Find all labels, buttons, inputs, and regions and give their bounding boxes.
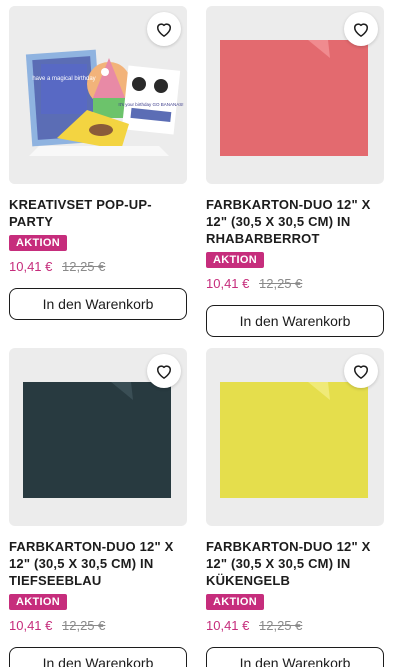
heart-outline-icon [353, 365, 369, 379]
price-row: 10,41 € 12,25 € [206, 618, 386, 634]
sale-price: 10,41 € [9, 618, 53, 633]
product-title[interactable]: KREATIVSET POP-UP-PARTY [9, 196, 189, 230]
sale-price: 10,41 € [206, 618, 250, 633]
add-to-cart-button[interactable]: In den Warenkorb [206, 647, 384, 667]
product-title[interactable]: FARBKARTON-DUO 12" X 12" (30,5 X 30,5 CM… [9, 538, 189, 589]
add-to-cart-button[interactable]: In den Warenkorb [9, 647, 187, 667]
add-to-cart-button[interactable]: In den Warenkorb [9, 288, 187, 320]
favorite-button[interactable] [344, 354, 378, 388]
sale-badge: AKTION [206, 594, 264, 610]
sale-price: 10,41 € [9, 259, 53, 274]
original-price: 12,25 € [62, 259, 106, 274]
product-card[interactable]: have a magical birthday It's your birthd… [9, 6, 189, 320]
product-image[interactable]: have a magical birthday It's your birthd… [9, 6, 187, 184]
favorite-button[interactable] [147, 354, 181, 388]
product-title[interactable]: FARBKARTON-DUO 12" X 12" (30,5 X 30,5 CM… [206, 538, 386, 589]
cardstock-sheet [220, 382, 368, 498]
price-row: 10,41 € 12,25 € [9, 259, 189, 275]
sale-badge: AKTION [9, 235, 67, 251]
product-card[interactable]: FARBKARTON-DUO 12" X 12" (30,5 X 30,5 CM… [206, 6, 386, 337]
kit-card-text-2: It's your birthday GO BANANAS! [118, 102, 183, 107]
heart-outline-icon [156, 365, 172, 379]
product-card[interactable]: FARBKARTON-DUO 12" X 12" (30,5 X 30,5 CM… [206, 348, 386, 667]
price-row: 10,41 € 12,25 € [9, 618, 189, 634]
heart-outline-icon [353, 23, 369, 37]
product-image[interactable] [206, 6, 384, 184]
original-price: 12,25 € [259, 276, 303, 291]
original-price: 12,25 € [62, 618, 106, 633]
favorite-button[interactable] [344, 12, 378, 46]
heart-outline-icon [156, 23, 172, 37]
product-card[interactable]: FARBKARTON-DUO 12" X 12" (30,5 X 30,5 CM… [9, 348, 189, 667]
sale-badge: AKTION [206, 252, 264, 268]
favorite-button[interactable] [147, 12, 181, 46]
original-price: 12,25 € [259, 618, 303, 633]
add-to-cart-button[interactable]: In den Warenkorb [206, 305, 384, 337]
product-image[interactable] [206, 348, 384, 526]
sale-badge: AKTION [9, 594, 67, 610]
sale-price: 10,41 € [206, 276, 250, 291]
product-image[interactable] [9, 348, 187, 526]
cardstock-sheet [220, 40, 368, 156]
kit-card-text-1: have a magical birthday [32, 76, 95, 82]
price-row: 10,41 € 12,25 € [206, 276, 386, 292]
product-title[interactable]: FARBKARTON-DUO 12" X 12" (30,5 X 30,5 CM… [206, 196, 386, 247]
cardstock-sheet [23, 382, 171, 498]
